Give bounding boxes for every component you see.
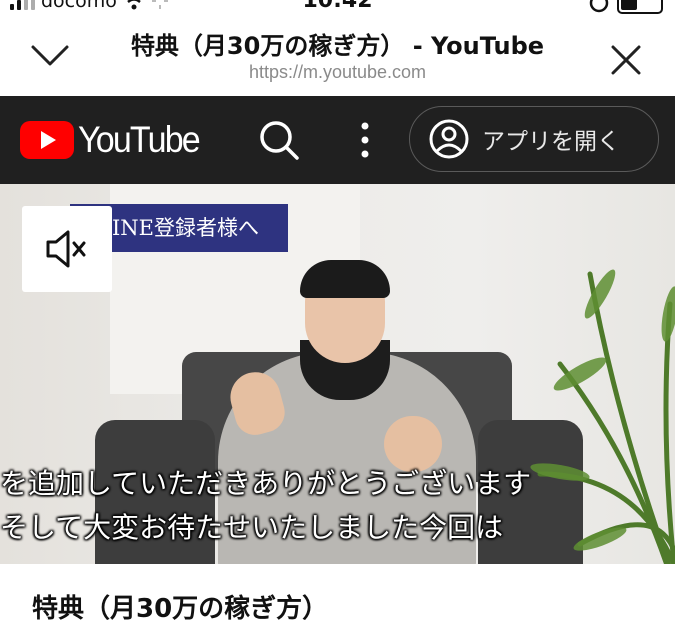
close-icon[interactable] — [604, 40, 648, 80]
youtube-logo-text: YouTube — [78, 119, 201, 160]
page-title: 特典（月30万の稼ぎ方） - YouTube — [130, 32, 545, 60]
youtube-play-logo-icon — [20, 121, 74, 159]
video-info-card: 特典（月30万の稼ぎ方） — [0, 566, 675, 626]
chevron-down-icon[interactable] — [28, 38, 72, 72]
open-app-label: アプリを開く — [482, 129, 620, 155]
video-caption-line: を追加していただきありがとうございます — [0, 467, 532, 500]
account-icon — [429, 119, 469, 159]
browser-header: 特典（月30万の稼ぎ方） - YouTube https://m.youtube… — [0, 14, 675, 96]
status-time: 10:42 — [302, 0, 373, 13]
open-app-button[interactable]: アプリを開く — [409, 106, 659, 172]
video-title: 特典（月30万の稼ぎ方） — [32, 594, 329, 624]
search-icon[interactable] — [258, 119, 300, 161]
status-right-group — [589, 0, 663, 14]
youtube-logo[interactable]: YouTube — [20, 119, 209, 160]
video-plant — [530, 269, 675, 564]
battery-icon — [617, 0, 663, 14]
video-player[interactable]: LINE登録者様へ を追加していただきありがとうございます そして大変お待たせい… — [0, 184, 675, 564]
orientation-lock-icon — [589, 0, 609, 13]
youtube-top-bar: YouTube アプリを開く — [0, 96, 675, 184]
video-person-hair — [300, 260, 390, 298]
status-bar: docomo 10:42 — [0, 0, 675, 14]
video-caption-line: そして大変お待たせいたしました今回は — [0, 511, 504, 544]
unmute-button[interactable] — [22, 206, 112, 292]
mute-icon — [46, 230, 86, 268]
page-url: https://m.youtube.com — [248, 62, 427, 82]
more-vertical-icon[interactable] — [350, 118, 380, 162]
